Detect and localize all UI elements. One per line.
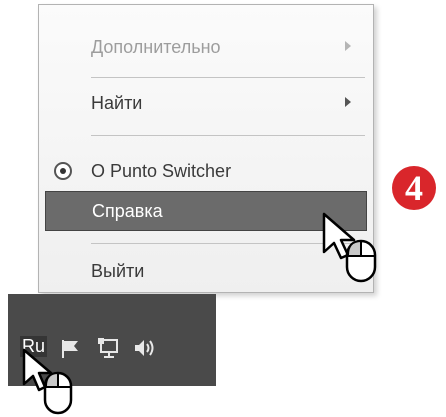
menu-item-find[interactable]: Найти bbox=[45, 83, 367, 123]
radio-icon bbox=[54, 162, 72, 180]
mouse-cursor-icon bbox=[322, 212, 377, 283]
menu-item-find-label: Найти bbox=[91, 92, 143, 113]
menu-item-exit[interactable]: Выйти bbox=[45, 251, 367, 291]
menu-item-about-label: О Punto Switcher bbox=[91, 160, 232, 181]
menu-item-help-label: Справка bbox=[92, 200, 163, 221]
step-badge: 4 bbox=[392, 166, 436, 210]
menu-separator bbox=[91, 135, 365, 136]
submenu-arrow-icon bbox=[345, 97, 351, 107]
menu-item-exit-label: Выйти bbox=[91, 260, 145, 281]
submenu-arrow-icon bbox=[345, 41, 351, 51]
menu-item-about[interactable]: О Punto Switcher bbox=[45, 151, 367, 191]
network-icon[interactable] bbox=[96, 336, 122, 360]
menu-item-help[interactable]: Справка bbox=[45, 191, 367, 231]
mouse-cursor-icon bbox=[22, 348, 73, 415]
menu-item-additional[interactable]: Дополнительно bbox=[45, 27, 367, 67]
menu-item-additional-label: Дополнительно bbox=[91, 36, 221, 57]
speaker-icon[interactable] bbox=[132, 336, 158, 360]
menu-separator bbox=[91, 77, 365, 78]
